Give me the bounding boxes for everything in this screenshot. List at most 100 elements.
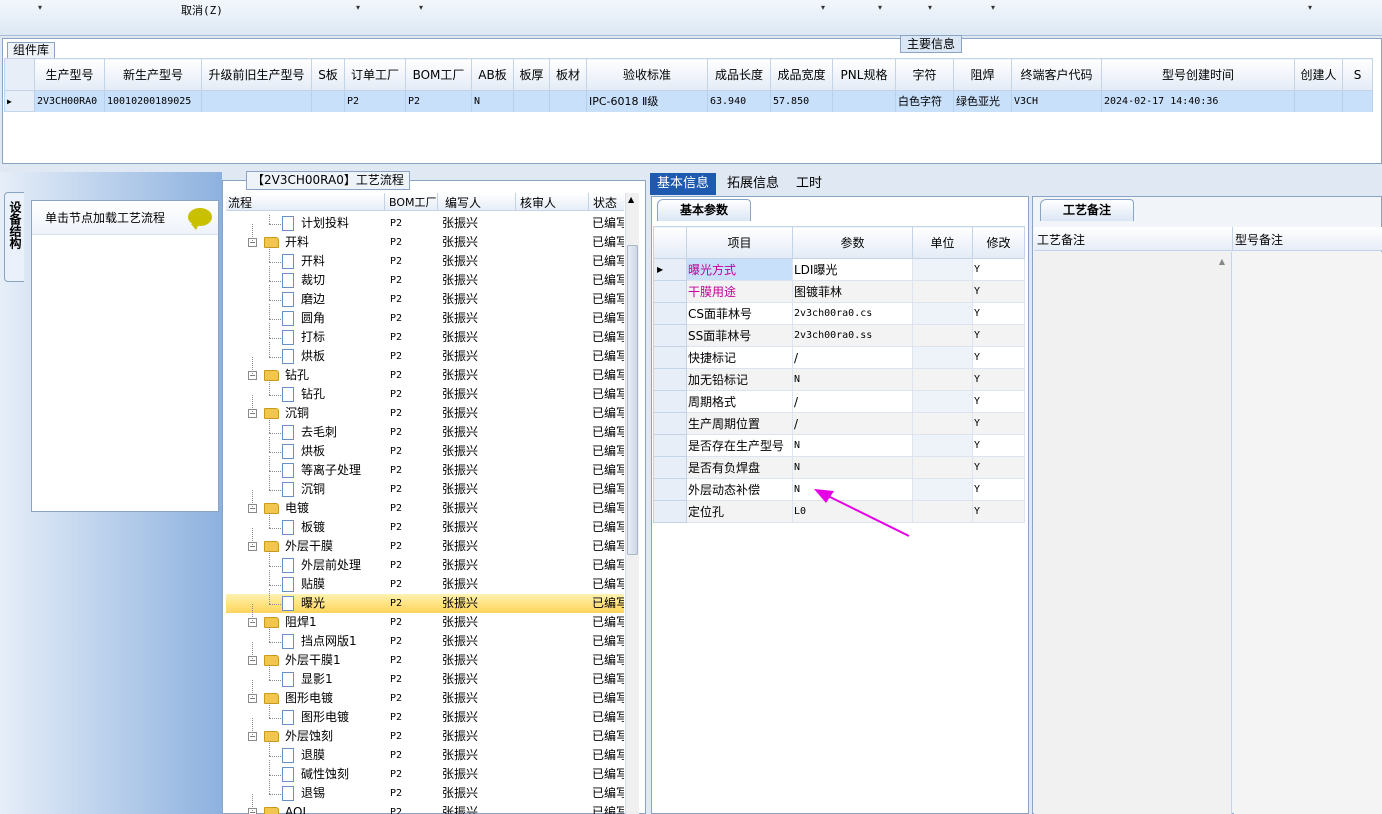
tree-node[interactable]: 曝光 P2 张振兴 已编写 bbox=[226, 594, 624, 613]
grid-col-header[interactable]: 板材 bbox=[549, 58, 587, 91]
grid-cell[interactable] bbox=[549, 90, 587, 112]
param-edit-flag[interactable]: Y bbox=[972, 368, 1025, 391]
dropdown-arrow-icon[interactable]: ▾ bbox=[356, 3, 360, 12]
tree-col-flow[interactable]: 流程 bbox=[228, 194, 252, 211]
grid-cell[interactable] bbox=[311, 90, 345, 112]
param-col-item[interactable]: 项目 bbox=[686, 226, 793, 259]
grid-cell[interactable] bbox=[513, 90, 550, 112]
param-edit-flag[interactable]: Y bbox=[972, 412, 1025, 435]
param-unit[interactable] bbox=[912, 280, 973, 303]
tree-scrollbar-thumb[interactable] bbox=[627, 245, 638, 555]
table-row[interactable]: ▶ 2V3CH00RA0 10010200189025 P2 P2 N IPC-6018 Ⅱ… bbox=[4, 90, 1373, 112]
param-col-edit[interactable]: 修改 bbox=[972, 226, 1025, 259]
dropdown-arrow-icon[interactable]: ▾ bbox=[821, 3, 825, 12]
param-unit[interactable] bbox=[912, 390, 973, 413]
tree-node[interactable]: 烘板 P2 张振兴 已编写 bbox=[226, 442, 624, 461]
tab-basic-info[interactable]: 基本信息 bbox=[650, 173, 717, 195]
tree-node[interactable]: − 钻孔 P2 张振兴 已编写 bbox=[226, 366, 624, 385]
grid-col-header[interactable]: 成品长度 bbox=[707, 58, 771, 91]
tree-node[interactable]: 显影1 P2 张振兴 已编写 bbox=[226, 670, 624, 689]
grid-cell[interactable]: 2024-02-17 14:40:36 bbox=[1101, 90, 1295, 112]
tree-node[interactable]: − 外层蚀刻 P2 张振兴 已编写 bbox=[226, 727, 624, 746]
table-row[interactable]: 干膜用途 图镀菲林 Y bbox=[653, 280, 1025, 303]
param-edit-flag[interactable]: Y bbox=[972, 324, 1025, 347]
grid-cell[interactable] bbox=[201, 90, 312, 112]
horizontal-splitter[interactable] bbox=[0, 164, 1382, 172]
tree-node[interactable]: 退锡 P2 张振兴 已编写 bbox=[226, 784, 624, 803]
tree-node[interactable]: 裁切 P2 张振兴 已编写 bbox=[226, 271, 624, 290]
table-row[interactable]: ▶ 曝光方式 LDI曝光 Y bbox=[653, 258, 1025, 281]
grid-col-header[interactable]: 型号创建时间 bbox=[1101, 58, 1295, 91]
param-unit[interactable] bbox=[912, 346, 973, 369]
grid-col-header[interactable]: S板 bbox=[311, 58, 345, 91]
tab-extended-info[interactable]: 拓展信息 bbox=[720, 173, 786, 195]
param-edit-flag[interactable]: Y bbox=[972, 500, 1025, 523]
grid-cell[interactable]: 白色字符 bbox=[895, 90, 954, 112]
param-edit-flag[interactable]: Y bbox=[972, 478, 1025, 501]
process-remarks-body[interactable]: ▲ bbox=[1034, 252, 1232, 814]
grid-col-header[interactable]: S bbox=[1342, 58, 1373, 91]
param-unit[interactable] bbox=[912, 368, 973, 391]
grid-col-header[interactable]: 字符 bbox=[895, 58, 954, 91]
param-edit-flag[interactable]: Y bbox=[972, 280, 1025, 303]
param-value[interactable]: N bbox=[792, 368, 913, 391]
table-row[interactable]: 周期格式 / Y bbox=[653, 390, 1025, 413]
param-value[interactable]: 图镀菲林 bbox=[792, 280, 913, 303]
tree-node[interactable]: − 开料 P2 张振兴 已编写 bbox=[226, 233, 624, 252]
grid-cell[interactable]: N bbox=[471, 90, 514, 112]
param-value[interactable]: N bbox=[792, 478, 913, 501]
dropdown-arrow-icon[interactable]: ▾ bbox=[928, 3, 932, 12]
tree-node[interactable]: − 外层干膜 P2 张振兴 已编写 bbox=[226, 537, 624, 556]
param-value[interactable]: / bbox=[792, 346, 913, 369]
dropdown-arrow-icon[interactable]: ▾ bbox=[878, 3, 882, 12]
tree-node[interactable]: 挡点网版1 P2 张振兴 已编写 bbox=[226, 632, 624, 651]
param-value[interactable]: / bbox=[792, 412, 913, 435]
param-value[interactable]: N bbox=[792, 434, 913, 457]
grid-col-header[interactable]: PNL规格 bbox=[832, 58, 896, 91]
grid-col-header[interactable]: 生产型号 bbox=[34, 58, 105, 91]
tree-node[interactable]: 碱性蚀刻 P2 张振兴 已编写 bbox=[226, 765, 624, 784]
table-row[interactable]: 快捷标记 / Y bbox=[653, 346, 1025, 369]
remarks-col-model[interactable]: 型号备注 bbox=[1235, 231, 1283, 248]
tree-node[interactable]: − 外层干膜1 P2 张振兴 已编写 bbox=[226, 651, 624, 670]
tree-node[interactable]: 打标 P2 张振兴 已编写 bbox=[226, 328, 624, 347]
tree-node[interactable]: 烘板 P2 张振兴 已编写 bbox=[226, 347, 624, 366]
tree-col-status[interactable]: 状态 bbox=[593, 194, 617, 211]
grid-col-header[interactable]: 升级前旧生产型号 bbox=[201, 58, 312, 91]
param-value[interactable]: L0 bbox=[792, 500, 913, 523]
model-remarks-body[interactable] bbox=[1234, 252, 1382, 814]
param-unit[interactable] bbox=[912, 302, 973, 325]
grid-col-header[interactable]: 新生产型号 bbox=[104, 58, 202, 91]
table-row[interactable]: 外层动态补偿 N Y bbox=[653, 478, 1025, 501]
tree-node[interactable]: − 沉铜 P2 张振兴 已编写 bbox=[226, 404, 624, 423]
grid-cell[interactable] bbox=[1294, 90, 1343, 112]
main-info-tab[interactable]: 主要信息 bbox=[900, 35, 962, 53]
tree-node[interactable]: 计划投料 P2 张振兴 已编写 bbox=[226, 214, 624, 233]
table-row[interactable]: 是否存在生产型号 N Y bbox=[653, 434, 1025, 457]
param-unit[interactable] bbox=[912, 412, 973, 435]
grid-col-header[interactable]: 阻焊 bbox=[953, 58, 1012, 91]
param-col-unit[interactable]: 单位 bbox=[912, 226, 973, 259]
remarks-col-process[interactable]: 工艺备注 bbox=[1037, 231, 1085, 248]
tab-work-hours[interactable]: 工时 bbox=[789, 173, 829, 195]
basic-params-tab[interactable]: 基本参数 bbox=[657, 199, 751, 221]
grid-cell[interactable]: 10010200189025 bbox=[104, 90, 202, 112]
param-value[interactable]: LDI曝光 bbox=[792, 258, 913, 281]
table-row[interactable]: SS面菲林号 2v3ch00ra0.ss Y bbox=[653, 324, 1025, 347]
tree-node[interactable]: 圆角 P2 张振兴 已编写 bbox=[226, 309, 624, 328]
tree-node[interactable]: 板镀 P2 张振兴 已编写 bbox=[226, 518, 624, 537]
table-row[interactable]: 定位孔 L0 Y bbox=[653, 500, 1025, 523]
dropdown-arrow-icon[interactable]: ▾ bbox=[991, 3, 995, 12]
scroll-up-icon[interactable]: ▲ bbox=[628, 195, 634, 204]
process-remarks-tab[interactable]: 工艺备注 bbox=[1040, 199, 1134, 221]
tree-col-reviewer[interactable]: 核审人 bbox=[520, 194, 556, 211]
tree-node[interactable]: 钻孔 P2 张振兴 已编写 bbox=[226, 385, 624, 404]
grid-col-header[interactable]: 订单工厂 bbox=[344, 58, 406, 91]
param-edit-flag[interactable]: Y bbox=[972, 456, 1025, 479]
table-row[interactable]: 生产周期位置 / Y bbox=[653, 412, 1025, 435]
param-unit[interactable] bbox=[912, 434, 973, 457]
grid-cell[interactable]: P2 bbox=[344, 90, 406, 112]
tree-node[interactable]: 等离子处理 P2 张振兴 已编写 bbox=[226, 461, 624, 480]
grid-cell[interactable]: V3CH bbox=[1011, 90, 1102, 112]
cancel-button[interactable]: 取消(Z) bbox=[181, 2, 223, 18]
